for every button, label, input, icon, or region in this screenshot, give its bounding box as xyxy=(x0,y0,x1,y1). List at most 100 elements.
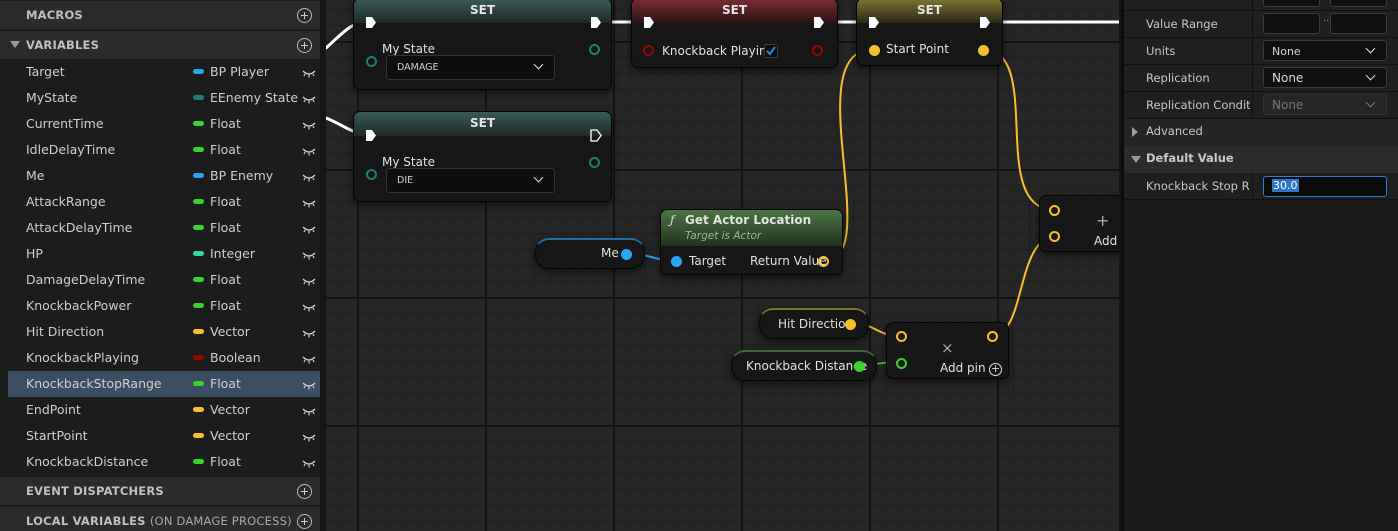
me-getter-node[interactable]: Me xyxy=(535,238,645,269)
local-variables-section-header[interactable]: LOCAL VARIABLES (ON DAMAGE PROCESS) xyxy=(0,507,320,531)
me-out-pin[interactable] xyxy=(621,249,632,260)
exec-out-pin-unconnected[interactable] xyxy=(590,129,602,142)
visibility-eye-icon[interactable] xyxy=(302,456,316,468)
variable-row[interactable]: StartPoint Vector xyxy=(8,423,320,449)
hit-direction-out-pin[interactable] xyxy=(845,319,856,330)
add-local-variable-icon[interactable] xyxy=(297,514,312,529)
enum-dropdown[interactable]: DIE xyxy=(386,168,555,193)
visibility-eye-icon[interactable] xyxy=(302,404,316,416)
advanced-section-header[interactable]: Advanced xyxy=(1124,119,1398,146)
exec-in-pin[interactable] xyxy=(643,16,655,29)
hit-direction-getter-node[interactable]: Hit Direction xyxy=(759,308,869,339)
variable-row[interactable]: Hit Direction Vector xyxy=(8,319,320,345)
macros-section-header[interactable]: MACROS xyxy=(0,1,320,29)
visibility-eye-icon[interactable] xyxy=(302,222,316,234)
add-pin-label[interactable]: Add pin xyxy=(940,361,986,375)
float-b-pin[interactable] xyxy=(896,358,907,369)
variable-type[interactable]: Boolean xyxy=(210,350,261,365)
visibility-eye-icon[interactable] xyxy=(302,92,316,104)
knockback-playing-checkbox[interactable] xyxy=(764,44,778,58)
multiply-node[interactable]: × Add pin + xyxy=(886,322,1009,379)
visibility-eye-icon[interactable] xyxy=(302,300,316,312)
variable-row[interactable]: Target BP Player xyxy=(8,59,320,85)
add-event-dispatcher-icon[interactable] xyxy=(297,484,312,499)
variable-row[interactable]: DamageDelayTime Float xyxy=(8,267,320,293)
visibility-eye-icon[interactable] xyxy=(302,248,316,260)
enum-in-pin[interactable] xyxy=(366,169,377,180)
variable-type[interactable]: EEnemy State xyxy=(210,90,298,105)
add-macro-icon[interactable] xyxy=(297,8,312,23)
add-a-pin[interactable] xyxy=(1049,205,1060,216)
value-range-min-input[interactable] xyxy=(1263,13,1320,34)
partial-field-max[interactable] xyxy=(1330,0,1387,7)
visibility-eye-icon[interactable] xyxy=(302,196,316,208)
visibility-eye-icon[interactable] xyxy=(302,326,316,338)
variable-type[interactable]: Vector xyxy=(210,428,250,443)
knockback-stop-range-input[interactable]: 30.0 xyxy=(1263,176,1387,197)
bool-out-pin[interactable] xyxy=(812,45,823,56)
return-value-pin[interactable] xyxy=(818,256,829,267)
collapse-arrow-icon[interactable] xyxy=(1131,156,1141,163)
visibility-eye-icon[interactable] xyxy=(302,170,316,182)
target-in-pin[interactable] xyxy=(671,256,682,267)
variable-row[interactable]: KnockbackPower Float xyxy=(8,293,320,319)
variable-type[interactable]: Float xyxy=(210,454,241,469)
variable-row[interactable]: IdleDelayTime Float xyxy=(8,137,320,163)
enum-in-pin[interactable] xyxy=(366,56,377,67)
partial-field-min[interactable] xyxy=(1263,0,1320,7)
set-startpoint-node[interactable]: SET Start Point xyxy=(856,0,1003,66)
variable-type[interactable]: Float xyxy=(210,142,241,157)
exec-in-pin[interactable] xyxy=(365,16,377,29)
add-variable-icon[interactable] xyxy=(297,38,312,53)
multiply-out-pin[interactable] xyxy=(987,331,998,342)
add-node[interactable]: + Add xyxy=(1039,195,1119,252)
variable-type[interactable]: Integer xyxy=(210,246,255,261)
variable-type[interactable]: Float xyxy=(210,376,241,391)
exec-out-pin[interactable] xyxy=(979,16,991,29)
variable-row[interactable]: AttackRange Float xyxy=(8,189,320,215)
add-b-pin[interactable] xyxy=(1049,231,1060,242)
variables-section-header[interactable]: VARIABLES xyxy=(0,31,320,59)
enum-dropdown[interactable]: DAMAGE xyxy=(386,55,555,80)
expand-arrow-icon[interactable] xyxy=(1132,127,1138,137)
variable-type[interactable]: BP Enemy xyxy=(210,168,273,183)
visibility-eye-icon[interactable] xyxy=(302,378,316,390)
visibility-eye-icon[interactable] xyxy=(302,430,316,442)
variable-type[interactable]: Float xyxy=(210,220,241,235)
variable-row[interactable]: AttackDelayTime Float xyxy=(8,215,320,241)
exec-out-pin[interactable] xyxy=(590,16,602,29)
variable-row[interactable]: HP Integer xyxy=(8,241,320,267)
vector-in-pin[interactable] xyxy=(869,45,880,56)
variable-row[interactable]: MyState EEnemy State xyxy=(8,85,320,111)
variable-type[interactable]: Vector xyxy=(210,324,250,339)
variable-row[interactable]: KnockbackStopRange Float xyxy=(8,371,320,397)
vector-out-pin[interactable] xyxy=(978,45,989,56)
set-mystate-damage-node[interactable]: SET My State DAMAGE xyxy=(353,0,612,90)
exec-in-pin[interactable] xyxy=(868,16,880,29)
value-range-max-input[interactable] xyxy=(1330,13,1387,34)
variable-row[interactable]: EndPoint Vector xyxy=(8,397,320,423)
set-mystate-die-node[interactable]: SET My State DIE xyxy=(353,111,612,202)
enum-out-pin[interactable] xyxy=(589,157,600,168)
variable-row[interactable]: KnockbackPlaying Boolean xyxy=(8,345,320,371)
visibility-eye-icon[interactable] xyxy=(302,274,316,286)
visibility-eye-icon[interactable] xyxy=(302,352,316,364)
visibility-eye-icon[interactable] xyxy=(302,144,316,156)
variable-type[interactable]: Float xyxy=(210,272,241,287)
variable-type[interactable]: Float xyxy=(210,116,241,131)
vector-a-pin[interactable] xyxy=(896,331,907,342)
replication-dropdown[interactable]: None xyxy=(1263,67,1387,88)
variable-row[interactable]: CurrentTime Float xyxy=(8,111,320,137)
variable-type[interactable]: Vector xyxy=(210,402,250,417)
variable-row[interactable]: KnockbackDistance Float xyxy=(8,449,320,475)
exec-out-pin[interactable] xyxy=(813,16,825,29)
exec-in-pin[interactable] xyxy=(365,129,377,142)
default-value-section-header[interactable]: Default Value xyxy=(1124,146,1398,173)
event-dispatchers-section-header[interactable]: EVENT DISPATCHERS xyxy=(0,477,320,505)
bool-in-pin[interactable] xyxy=(643,45,654,56)
enum-out-pin[interactable] xyxy=(589,44,600,55)
variable-type[interactable]: BP Player xyxy=(210,64,269,79)
visibility-eye-icon[interactable] xyxy=(302,66,316,78)
knockback-distance-out-pin[interactable] xyxy=(854,361,865,372)
add-pin-icon[interactable]: + xyxy=(989,363,1002,376)
